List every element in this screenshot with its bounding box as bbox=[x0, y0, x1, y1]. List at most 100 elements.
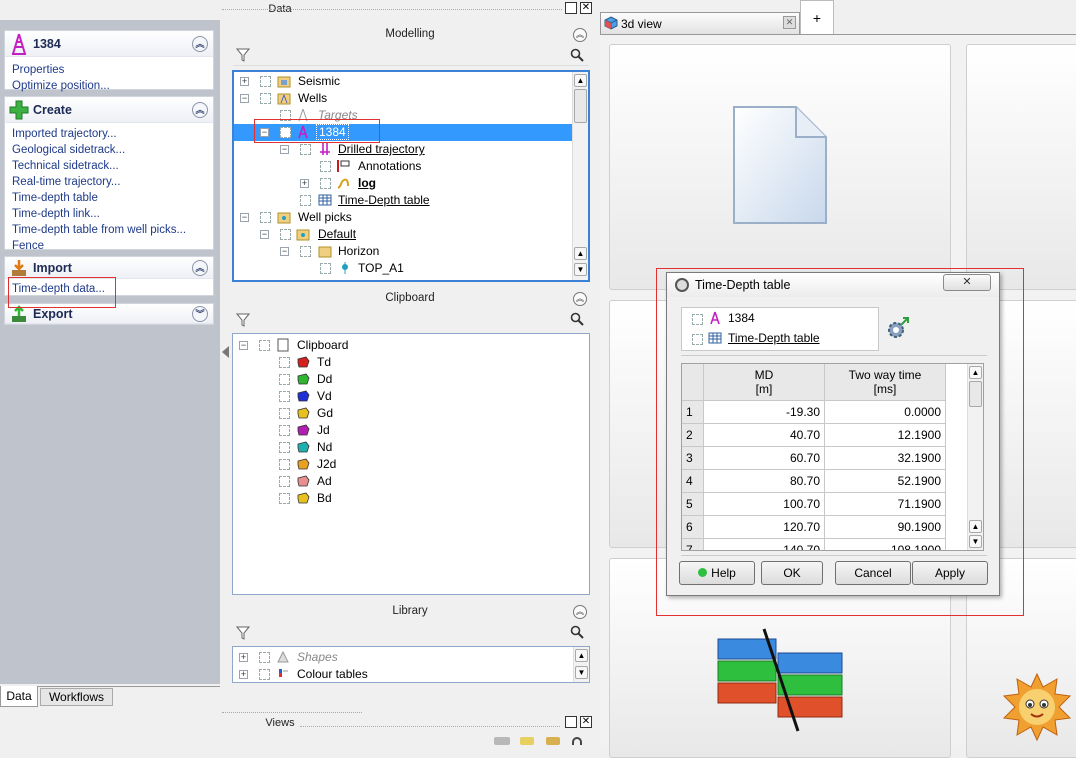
tree-item-horizon[interactable]: Horizon bbox=[338, 243, 379, 260]
checkbox[interactable] bbox=[320, 263, 331, 274]
tree-item-clipboard[interactable]: Clipboard bbox=[297, 337, 348, 354]
cell-md[interactable]: 40.70 bbox=[704, 424, 825, 447]
checkbox[interactable] bbox=[279, 476, 290, 487]
tree-item-clipboard-entry[interactable]: Jd bbox=[317, 422, 330, 439]
close-icon[interactable]: ✕ bbox=[580, 2, 592, 14]
checkbox[interactable] bbox=[320, 161, 331, 172]
scrollbar[interactable]: ▲ ▲ ▼ bbox=[967, 364, 983, 550]
collapse-icon[interactable]: − bbox=[280, 145, 289, 154]
checkbox[interactable] bbox=[300, 246, 311, 257]
scroll-thumb[interactable] bbox=[969, 381, 982, 407]
tree-item-clipboard-entry[interactable]: Ad bbox=[317, 473, 332, 490]
new-document-tile[interactable] bbox=[609, 44, 951, 290]
checkbox[interactable] bbox=[279, 357, 290, 368]
views-toolbar-icon[interactable] bbox=[520, 737, 534, 745]
expand-icon[interactable]: + bbox=[240, 77, 249, 86]
cell-md[interactable]: 80.70 bbox=[704, 470, 825, 493]
cell-md[interactable]: -19.30 bbox=[704, 401, 825, 424]
cell-two-way-time[interactable]: 90.1900 bbox=[825, 516, 946, 539]
cell-two-way-time[interactable]: 52.1900 bbox=[825, 470, 946, 493]
row-header[interactable]: 2 bbox=[682, 424, 704, 447]
row-header[interactable]: 1 bbox=[682, 401, 704, 424]
cell-two-way-time[interactable]: 32.1900 bbox=[825, 447, 946, 470]
cell-two-way-time[interactable]: 71.1900 bbox=[825, 493, 946, 516]
views-search-icon[interactable] bbox=[572, 737, 582, 745]
view-tile[interactable] bbox=[966, 44, 1076, 290]
view-tab-3d[interactable]: 3d view ✕ bbox=[600, 12, 800, 34]
tree-item-clipboard-entry[interactable]: Bd bbox=[317, 490, 332, 507]
task-item-time-depth-table[interactable]: Time-depth table bbox=[5, 190, 213, 206]
task-item-technical-sidetrack[interactable]: Technical sidetrack... bbox=[5, 158, 213, 174]
ok-button[interactable]: OK bbox=[761, 561, 823, 585]
row-header[interactable]: 5 bbox=[682, 493, 704, 516]
scroll-down-icon[interactable]: ▼ bbox=[575, 666, 588, 679]
collapse-icon[interactable]: ︽ bbox=[573, 605, 587, 619]
scroll-thumb[interactable] bbox=[574, 89, 587, 123]
tree-item-top-a1[interactable]: TOP_A1 bbox=[358, 260, 404, 277]
collapse-icon[interactable]: ︽ bbox=[192, 36, 208, 52]
tree-item-time-depth-table[interactable]: Time-Depth table bbox=[338, 192, 430, 209]
collapse-icon[interactable]: ︽ bbox=[192, 260, 208, 276]
cell-two-way-time[interactable]: 12.1900 bbox=[825, 424, 946, 447]
expand-icon[interactable]: + bbox=[300, 179, 309, 188]
filter-icon[interactable] bbox=[235, 48, 251, 65]
checkbox[interactable] bbox=[260, 76, 271, 87]
settings-gear-icon[interactable] bbox=[885, 315, 911, 341]
cell-md[interactable]: 60.70 bbox=[704, 447, 825, 470]
task-item-time-depth-link[interactable]: Time-depth link... bbox=[5, 206, 213, 222]
search-icon[interactable] bbox=[570, 312, 584, 329]
checkbox[interactable] bbox=[320, 178, 331, 189]
clipboard-tree[interactable]: − Clipboard Td Dd Vd Gd Jd Nd J2d Ad Bd bbox=[232, 333, 590, 595]
checkbox[interactable] bbox=[260, 212, 271, 223]
tree-item-drilled-trajectory[interactable]: Drilled trajectory bbox=[338, 141, 425, 158]
scroll-up-icon[interactable]: ▲ bbox=[969, 366, 982, 379]
task-item-realtime-trajectory[interactable]: Real-time trajectory... bbox=[5, 174, 213, 190]
checkbox[interactable] bbox=[279, 391, 290, 402]
tree-item-shapes[interactable]: Shapes bbox=[297, 649, 338, 666]
task-item-time-depth-from-picks[interactable]: Time-depth table from well picks... bbox=[5, 222, 213, 238]
task-item-imported-trajectory[interactable]: Imported trajectory... bbox=[5, 126, 213, 142]
tab-workflows[interactable]: Workflows bbox=[40, 688, 113, 706]
row-header[interactable]: 7 bbox=[682, 539, 704, 550]
task-item-optimize-position[interactable]: Optimize position... bbox=[5, 78, 213, 94]
scroll-up-icon[interactable]: ▲ bbox=[574, 247, 587, 260]
tree-item-clipboard-entry[interactable]: Vd bbox=[317, 388, 332, 405]
checkbox[interactable] bbox=[300, 195, 311, 206]
expand-icon[interactable]: + bbox=[239, 653, 248, 662]
tree-item-colour-tables[interactable]: Colour tables bbox=[297, 666, 368, 682]
cell-md[interactable]: 140.70 bbox=[704, 539, 825, 550]
collapse-arrow-icon[interactable] bbox=[222, 346, 229, 358]
checkbox[interactable] bbox=[692, 314, 703, 325]
cell-two-way-time[interactable]: 108.1900 bbox=[825, 539, 946, 550]
collapse-icon[interactable]: ︽ bbox=[573, 28, 587, 42]
checkbox[interactable] bbox=[279, 459, 290, 470]
assistant-sun-icon[interactable] bbox=[1002, 672, 1072, 742]
apply-button[interactable]: Apply bbox=[912, 561, 988, 585]
tree-item-well-picks[interactable]: Well picks bbox=[298, 209, 352, 226]
close-icon[interactable]: ✕ bbox=[580, 716, 592, 728]
collapse-icon[interactable]: − bbox=[260, 230, 269, 239]
scroll-up-icon[interactable]: ▲ bbox=[969, 520, 982, 533]
collapse-icon[interactable]: − bbox=[239, 341, 248, 350]
collapse-icon[interactable]: − bbox=[240, 213, 249, 222]
time-depth-grid[interactable]: MD [m] Two way time [ms] 1 -19.30 0.0000 2 4… bbox=[681, 363, 984, 551]
dialog-titlebar[interactable]: Time-Depth table ✕ bbox=[667, 273, 999, 297]
tree-item-wells[interactable]: Wells bbox=[298, 90, 327, 107]
expand-icon[interactable]: ︾ bbox=[192, 306, 208, 322]
float-icon[interactable] bbox=[565, 716, 577, 728]
views-toolbar-icon[interactable] bbox=[494, 737, 510, 745]
column-header-twt[interactable]: Two way time [ms] bbox=[825, 364, 946, 401]
scrollbar[interactable]: ▲ ▼ bbox=[573, 647, 589, 682]
tree-item-clipboard-entry[interactable]: J2d bbox=[317, 456, 336, 473]
search-icon[interactable] bbox=[570, 48, 584, 65]
library-tree[interactable]: + Shapes + Colour tables ▲ ▼ bbox=[232, 646, 590, 683]
row-header[interactable]: 4 bbox=[682, 470, 704, 493]
column-header-md[interactable]: MD [m] bbox=[704, 364, 825, 401]
collapse-icon[interactable]: − bbox=[240, 94, 249, 103]
checkbox[interactable] bbox=[300, 144, 311, 155]
expand-icon[interactable]: + bbox=[239, 670, 248, 679]
task-item-geological-sidetrack[interactable]: Geological sidetrack... bbox=[5, 142, 213, 158]
scroll-up-icon[interactable]: ▲ bbox=[574, 74, 587, 87]
filter-icon[interactable] bbox=[235, 626, 251, 643]
cell-md[interactable]: 120.70 bbox=[704, 516, 825, 539]
